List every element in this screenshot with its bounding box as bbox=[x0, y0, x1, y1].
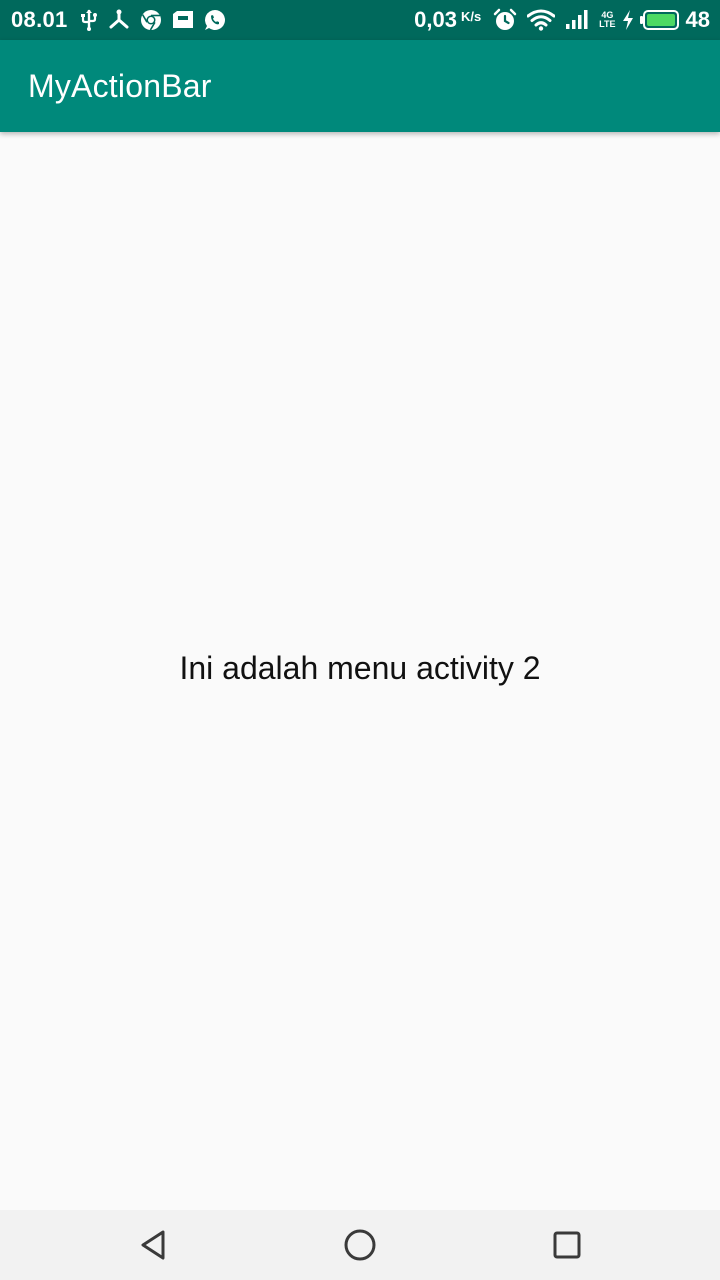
chrome-icon bbox=[140, 9, 162, 31]
app-title: MyActionBar bbox=[28, 67, 212, 104]
back-button[interactable] bbox=[109, 1210, 199, 1280]
battery-icon bbox=[639, 9, 680, 31]
recents-button[interactable] bbox=[522, 1210, 612, 1280]
usb-icon bbox=[80, 9, 98, 31]
signal-icon bbox=[565, 10, 589, 30]
charging-icon bbox=[622, 10, 634, 30]
status-bar: 08.01 0,03 K/s 4G LTE 48 bbox=[0, 0, 720, 40]
network-type-bottom: LTE bbox=[599, 19, 616, 29]
content-message: Ini adalah menu activity 2 bbox=[179, 650, 541, 686]
network-speed: 0,03 bbox=[414, 7, 457, 32]
back-icon bbox=[141, 1230, 165, 1260]
alarm-icon bbox=[493, 8, 517, 32]
recents-icon bbox=[553, 1231, 581, 1259]
home-icon bbox=[344, 1229, 376, 1261]
sd-card-icon bbox=[172, 11, 194, 29]
battery-level: 48 bbox=[685, 7, 710, 32]
home-button[interactable] bbox=[315, 1210, 405, 1280]
main-content: Ini adalah menu activity 2 bbox=[0, 132, 720, 1210]
app-bar: MyActionBar bbox=[0, 40, 720, 132]
status-bar-left: 08.01 bbox=[11, 0, 236, 40]
status-bar-right: 0,03 K/s 4G LTE 48 bbox=[414, 0, 710, 40]
status-time: 08.01 bbox=[11, 7, 68, 32]
share-icon bbox=[108, 9, 130, 31]
whatsapp-icon bbox=[204, 9, 226, 31]
network-type-icon: 4G LTE bbox=[599, 11, 615, 29]
navigation-bar bbox=[0, 1210, 720, 1280]
wifi-icon bbox=[527, 9, 556, 31]
network-speed-unit: K/s bbox=[460, 8, 482, 24]
